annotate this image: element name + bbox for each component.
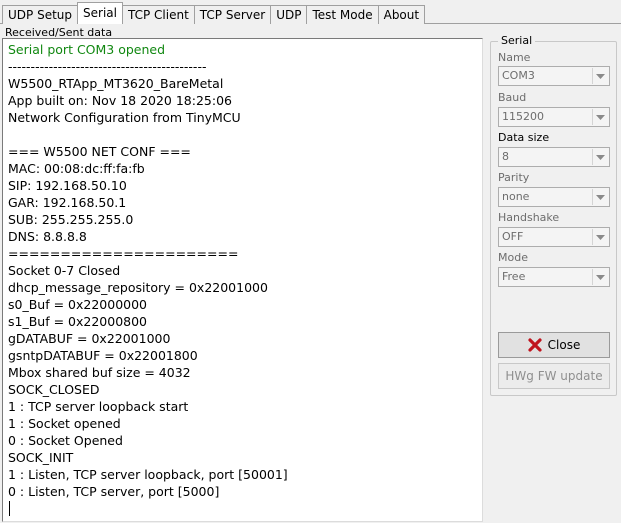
console-line: SIP: 192.168.50.10	[8, 178, 127, 193]
handshake-select-value: OFF	[502, 230, 524, 243]
console-line: SOCK_CLOSED	[8, 382, 100, 397]
console-line: GAR: 192.168.50.1	[8, 195, 127, 210]
parity-label: Parity	[498, 171, 530, 184]
parity-select[interactable]: none	[498, 187, 610, 207]
console-line: App built on: Nov 18 2020 18:25:06	[8, 93, 232, 108]
red-x-icon	[528, 338, 542, 352]
tab-udp-setup[interactable]: UDP Setup	[2, 5, 79, 24]
text-caret	[9, 501, 10, 516]
tab-serial[interactable]: Serial	[77, 2, 123, 24]
tab-strip: UDP Setup Serial TCP Client TCP Server U…	[2, 2, 426, 24]
console-line: gsntpDATABUF = 0x22001800	[8, 348, 198, 363]
console-line: s1_Buf = 0x22000800	[8, 314, 148, 329]
tab-tcp-client[interactable]: TCP Client	[121, 5, 195, 24]
close-port-button[interactable]: Close	[498, 332, 610, 358]
received-data-textbox[interactable]: Serial port COM3 opened -----------------…	[2, 38, 483, 522]
hwg-fw-update-label: HWg FW update	[505, 369, 603, 383]
chevron-down-icon	[592, 229, 608, 245]
console-line: Mbox shared buf size = 4032	[8, 365, 191, 380]
console-line: 1 : TCP server loopback start	[8, 399, 189, 414]
console-line: s0_Buf = 0x22000000	[8, 297, 148, 312]
console-line: MAC: 00:08:dc:ff:fa:fb	[8, 161, 145, 176]
handshake-select[interactable]: OFF	[498, 227, 610, 247]
baud-select-value: 115200	[502, 110, 544, 123]
name-label: Name	[498, 51, 531, 64]
console-line: SOCK_INIT	[8, 450, 74, 465]
handshake-label: Handshake	[498, 211, 560, 224]
baud-select[interactable]: 115200	[498, 107, 610, 127]
tab-about[interactable]: About	[377, 5, 426, 24]
parity-select-value: none	[502, 190, 530, 203]
console-line: 1 : Socket opened	[8, 416, 121, 431]
console-line: gDATABUF = 0x22001000	[8, 331, 171, 346]
console-line: dhcp_message_repository = 0x22001000	[8, 280, 268, 295]
console-line: Network Configuration from TinyMCU	[8, 110, 241, 125]
close-button-label: Close	[547, 338, 581, 352]
console-line: SUB: 255.255.255.0	[8, 212, 134, 227]
chevron-down-icon	[592, 109, 608, 125]
console-line: Socket 0-7 Closed	[8, 263, 121, 278]
console-text: Serial port COM3 opened -----------------…	[8, 41, 288, 500]
serial-group-title: Serial	[498, 34, 536, 47]
console-line: === W5500 NET CONF ===	[8, 144, 191, 159]
mode-select[interactable]: Free	[498, 267, 610, 287]
name-select[interactable]: COM3	[498, 66, 610, 86]
mode-label: Mode	[498, 251, 528, 264]
console-line: 1 : Listen, TCP server loopback, port [5…	[8, 467, 288, 482]
data-size-select-value: 8	[502, 150, 509, 163]
chevron-down-icon	[592, 269, 608, 285]
console-line: DNS: 8.8.8.8	[8, 229, 87, 244]
name-select-value: COM3	[502, 69, 535, 82]
console-line: ======================	[8, 246, 239, 261]
console-line: W5500_RTApp_MT3620_BareMetal	[8, 76, 224, 91]
console-line: ----------------------------------------…	[8, 59, 207, 74]
console-line: 0 : Socket Opened	[8, 433, 123, 448]
tab-test-mode[interactable]: Test Mode	[306, 5, 379, 24]
chevron-down-icon	[592, 189, 608, 205]
tab-udp[interactable]: UDP	[270, 5, 308, 24]
data-size-select[interactable]: 8	[498, 147, 610, 167]
chevron-down-icon	[592, 68, 608, 84]
console-line: Serial port COM3 opened	[8, 42, 166, 57]
baud-label: Baud	[498, 91, 527, 104]
console-line: 0 : Listen, TCP server, port [5000]	[8, 484, 220, 499]
tab-tcp-server[interactable]: TCP Server	[193, 5, 272, 24]
chevron-down-icon	[592, 149, 608, 165]
mode-select-value: Free	[502, 270, 526, 283]
hwg-fw-update-button[interactable]: HWg FW update	[498, 363, 610, 389]
data-size-label: Data size	[498, 131, 550, 144]
